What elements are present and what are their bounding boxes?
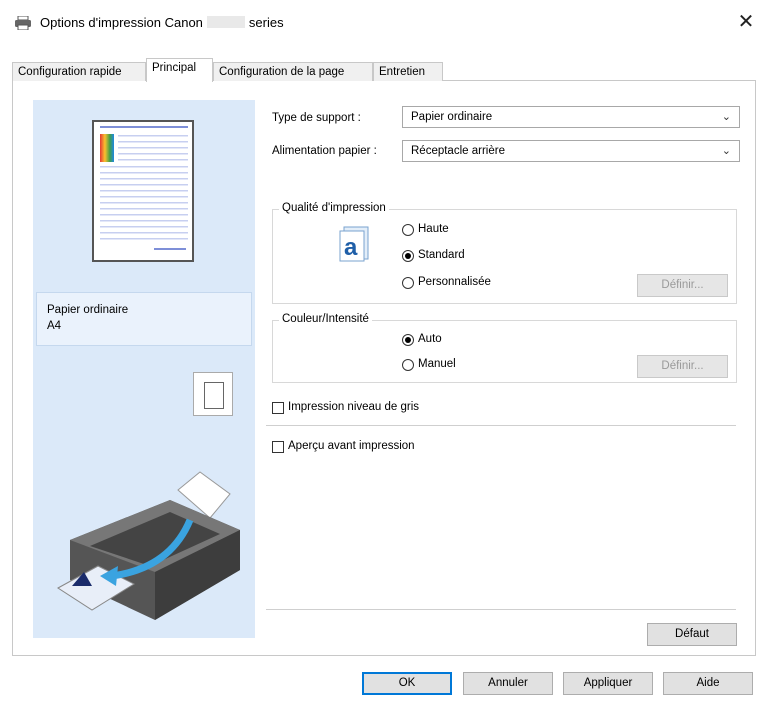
paper-size-text: A4 [47, 320, 62, 332]
paper-source-label: Alimentation papier : [272, 145, 377, 157]
color-auto-label: Auto [418, 333, 442, 345]
paper-source-value: Réceptacle arrière [411, 145, 505, 157]
quality-personnalisee-label: Personnalisée [418, 276, 491, 288]
svg-text:a: a [344, 234, 358, 261]
paper-preview-image [92, 120, 194, 262]
quality-letter-a-icon: a [339, 226, 369, 262]
separator [266, 425, 736, 426]
paper-preview-drawing [100, 126, 188, 250]
defaults-button[interactable]: Défaut [647, 623, 737, 646]
ok-button[interactable]: OK [362, 672, 452, 695]
help-button[interactable]: Aide [663, 672, 753, 695]
title-bar: Options d'impression Canon series ✕ [0, 0, 770, 44]
orientation-button[interactable] [193, 372, 233, 416]
quality-haute-label: Haute [418, 223, 449, 235]
preview-before-print-checkbox[interactable] [272, 441, 284, 453]
quality-define-button[interactable]: Définir... [637, 274, 728, 297]
color-manuel-label: Manuel [418, 358, 456, 370]
quality-standard-radio[interactable] [402, 250, 414, 262]
printer-icon [15, 16, 31, 30]
print-quality-title: Qualité d'impression [279, 202, 389, 214]
chevron-down-icon: ⌄ [721, 145, 731, 157]
cancel-button[interactable]: Annuler [463, 672, 553, 695]
paper-type-text: Papier ordinaire [47, 304, 129, 316]
color-auto-radio[interactable] [402, 334, 414, 346]
tab-principal[interactable]: Principal [146, 58, 213, 82]
close-icon[interactable]: ✕ [736, 12, 756, 32]
preview-before-print-label: Aperçu avant impression [288, 440, 415, 452]
color-intensity-title: Couleur/Intensité [279, 313, 372, 325]
printer-illustration-icon [57, 471, 240, 620]
media-type-label: Type de support : [272, 112, 361, 124]
page-portrait-icon [204, 382, 224, 409]
quality-haute-radio[interactable] [402, 224, 414, 236]
tab-configuration-page[interactable]: Configuration de la page [213, 62, 373, 81]
grayscale-label: Impression niveau de gris [288, 401, 420, 413]
window-title: Options d'impression Canon series [40, 15, 284, 30]
media-type-value: Papier ordinaire [411, 111, 493, 123]
apply-button[interactable]: Appliquer [563, 672, 653, 695]
quality-personnalisee-radio[interactable] [402, 277, 414, 289]
paper-source-select[interactable]: Réceptacle arrière ⌄ [402, 140, 740, 162]
tab-configuration-rapide[interactable]: Configuration rapide [12, 62, 146, 81]
color-define-button[interactable]: Définir... [637, 355, 728, 378]
tab-entretien[interactable]: Entretien [373, 62, 443, 81]
model-name-redacted [206, 16, 245, 28]
color-manuel-radio[interactable] [402, 359, 414, 371]
chevron-down-icon: ⌄ [721, 111, 731, 123]
media-type-select[interactable]: Papier ordinaire ⌄ [402, 106, 740, 128]
grayscale-checkbox[interactable] [272, 402, 284, 414]
quality-standard-label: Standard [418, 249, 465, 261]
separator [266, 609, 736, 610]
paper-info-box: Papier ordinaire A4 [36, 292, 252, 346]
